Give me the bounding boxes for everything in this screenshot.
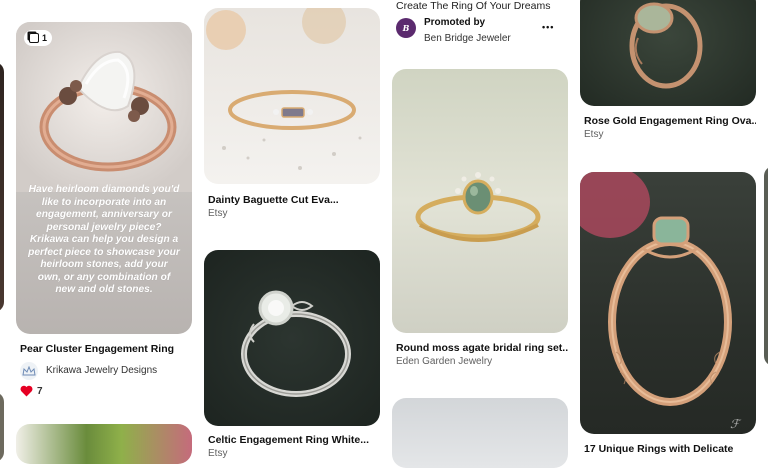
pin-leaf-partial[interactable] bbox=[16, 424, 192, 464]
ring-photo bbox=[241, 290, 351, 397]
multi-image-count: 1 bbox=[42, 33, 48, 43]
advertiser-name[interactable]: Ben Bridge Jeweler bbox=[424, 33, 511, 44]
pin-pear-cluster[interactable]: 1 Have heirloom diamonds you'd like to i… bbox=[16, 22, 192, 402]
pin-moss-agate[interactable]: Round moss agate bridal ring set... Eden… bbox=[392, 69, 568, 374]
pin-title[interactable]: Pear Cluster Engagement Ring bbox=[20, 343, 192, 355]
pin-image[interactable] bbox=[204, 250, 380, 426]
heart-icon[interactable] bbox=[20, 384, 34, 398]
promoted-label: Promoted by bbox=[424, 17, 486, 28]
pin-image[interactable] bbox=[580, 0, 756, 106]
left-edge-pin[interactable] bbox=[0, 62, 4, 312]
ring-photo: ℱ bbox=[580, 172, 742, 431]
pin-promoted[interactable]: Create The Ring Of Your Dreams B Promote… bbox=[392, 0, 568, 50]
pin-lower-partial[interactable] bbox=[392, 398, 568, 468]
pin-source[interactable]: Etsy bbox=[208, 208, 227, 219]
left-edge-pin-lower[interactable] bbox=[0, 392, 4, 462]
right-edge-pin[interactable] bbox=[764, 166, 768, 366]
more-dots-icon[interactable]: ••• bbox=[542, 22, 554, 32]
promoted-pin-title[interactable]: Create The Ring Of Your Dreams bbox=[396, 0, 568, 12]
pin-dainty-baguette[interactable]: Dainty Baguette Cut Eva... Etsy bbox=[204, 8, 380, 223]
pin-image[interactable]: ℱ bbox=[580, 172, 756, 434]
creator-avatar[interactable] bbox=[20, 362, 38, 380]
advertiser-avatar[interactable]: B bbox=[396, 18, 416, 38]
pin-image[interactable]: 1 Have heirloom diamonds you'd like to i… bbox=[16, 22, 192, 334]
pin-image[interactable] bbox=[392, 69, 568, 333]
creator-name[interactable]: Krikawa Jewelry Designs bbox=[46, 365, 157, 376]
ring-photo bbox=[16, 22, 192, 192]
ring-photo bbox=[415, 172, 541, 242]
pin-title[interactable]: Rose Gold Engagement Ring Ova... bbox=[584, 115, 756, 127]
pin-image[interactable] bbox=[204, 8, 380, 184]
ring-photo bbox=[629, 2, 703, 89]
pin-title[interactable]: Round moss agate bridal ring set... bbox=[396, 342, 568, 354]
ring-photo bbox=[206, 8, 362, 170]
pin-unique-rings[interactable]: ℱ 17 Unique Rings with Delicate bbox=[580, 172, 756, 462]
pin-title[interactable]: 17 Unique Rings with Delicate bbox=[584, 443, 756, 455]
advertiser-avatar-letter: B bbox=[402, 23, 410, 33]
pin-rose-gold-oval[interactable]: Rose Gold Engagement Ring Ova... Etsy bbox=[580, 0, 756, 145]
pin-title[interactable]: Dainty Baguette Cut Eva... bbox=[208, 194, 380, 206]
pin-overlay-text: Have heirloom diamonds you'd like to inc… bbox=[28, 184, 180, 295]
pin-source[interactable]: Eden Garden Jewelry bbox=[396, 356, 492, 367]
svg-text:ℱ: ℱ bbox=[730, 417, 742, 431]
stacked-pages-icon bbox=[29, 33, 39, 43]
reaction-count: 7 bbox=[37, 386, 43, 397]
pin-source[interactable]: Etsy bbox=[208, 448, 227, 459]
pin-title[interactable]: Celtic Engagement Ring White... bbox=[208, 434, 380, 446]
crown-logo-icon bbox=[22, 366, 36, 376]
pin-source[interactable]: Etsy bbox=[584, 129, 603, 140]
multi-image-badge: 1 bbox=[24, 30, 53, 46]
pin-celtic[interactable]: Celtic Engagement Ring White... Etsy bbox=[204, 250, 380, 460]
